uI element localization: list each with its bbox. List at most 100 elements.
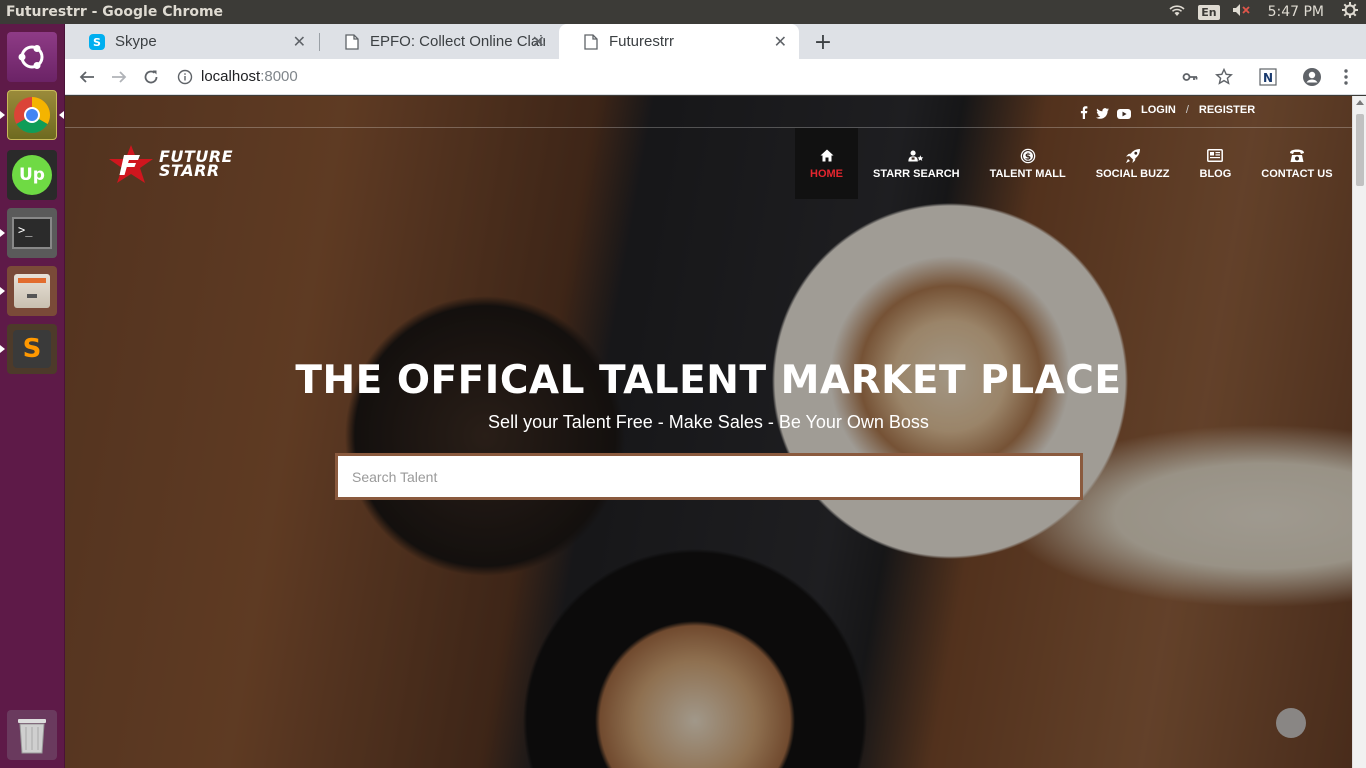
kebab-menu-icon[interactable] — [1334, 65, 1358, 89]
tab-title: Futurestrr — [609, 33, 675, 50]
sublime-text-launcher-button[interactable]: S — [7, 324, 57, 374]
scrollbar-thumb[interactable] — [1356, 114, 1364, 186]
youtube-icon[interactable] — [1117, 104, 1131, 123]
star-f-logo-icon — [109, 145, 153, 183]
wifi-icon[interactable] — [1168, 3, 1186, 21]
profile-avatar-icon[interactable] — [1300, 65, 1324, 89]
toolbar-actions: N — [1178, 65, 1358, 89]
browser-toolbar: localhost:8000 N — [65, 59, 1366, 95]
talent-search-box — [335, 453, 1083, 500]
settings-gear-icon[interactable] — [1342, 2, 1358, 22]
page-icon — [583, 33, 599, 50]
tab-skype[interactable]: S Skype ✕ — [65, 24, 318, 59]
extension-n-icon[interactable]: N — [1256, 65, 1280, 89]
top-panel: Futurestrr - Google Chrome En 5:47 PM — [0, 0, 1366, 24]
running-indicator — [0, 111, 5, 119]
logo-line-2: STARR — [159, 161, 220, 180]
keyboard-language-indicator[interactable]: En — [1198, 4, 1220, 20]
focused-indicator — [59, 111, 64, 119]
reload-icon — [144, 70, 158, 83]
sublime-text-label: S — [22, 334, 42, 364]
nav-label: STARR SEARCH — [873, 167, 960, 180]
newspaper-icon — [1207, 148, 1224, 164]
sublime-text-icon: S — [13, 330, 51, 368]
unity-launcher: Up >_ S — [0, 24, 65, 768]
running-indicator — [0, 229, 5, 237]
site-topbar: LOGIN / REGISTER — [65, 96, 1352, 128]
back-button[interactable] — [71, 61, 103, 93]
facebook-icon[interactable] — [1080, 104, 1088, 123]
nav-label: TALENT MALL — [989, 167, 1066, 180]
url-port: :8000 — [260, 68, 298, 85]
nav-contact-us[interactable]: CONTACT US — [1246, 128, 1347, 199]
nav-social-buzz[interactable]: SOCIAL BUZZ — [1081, 128, 1185, 199]
nav-talent-mall[interactable]: $ TALENT MALL — [975, 128, 1081, 199]
terminal-launcher-button[interactable]: >_ — [7, 208, 57, 258]
page-viewport: LOGIN / REGISTER FUTURE STARR HOME STARR… — [65, 96, 1352, 768]
volume-muted-icon[interactable] — [1232, 3, 1252, 21]
upwork-label: Up — [19, 165, 45, 185]
chrome-icon — [14, 97, 51, 134]
trash-icon — [18, 719, 46, 754]
nav-label: CONTACT US — [1261, 167, 1333, 180]
arrow-left-icon — [79, 70, 94, 83]
svg-text:S: S — [93, 36, 101, 49]
auth-links: LOGIN / REGISTER — [1141, 104, 1255, 116]
register-link[interactable]: REGISTER — [1199, 104, 1255, 116]
phone-icon — [1289, 148, 1305, 164]
twitter-icon[interactable] — [1096, 104, 1109, 123]
clock[interactable]: 5:47 PM — [1268, 4, 1324, 20]
upwork-icon: Up — [12, 155, 52, 195]
file-cabinet-icon — [14, 274, 50, 308]
running-indicator — [0, 345, 5, 353]
tab-title: Skype — [115, 33, 157, 50]
svg-text:$: $ — [1025, 152, 1031, 162]
scroll-up-arrow-icon[interactable] — [1356, 100, 1364, 105]
key-icon[interactable] — [1178, 65, 1202, 89]
address-bar[interactable]: localhost:8000 — [171, 63, 1178, 91]
tab-futurestrr[interactable]: Futurestrr ✕ — [559, 24, 799, 59]
close-tab-icon[interactable]: ✕ — [774, 32, 787, 52]
forward-button[interactable] — [103, 61, 135, 93]
ubuntu-logo-icon — [18, 45, 44, 69]
nav-label: SOCIAL BUZZ — [1095, 167, 1170, 180]
url-host: localhost — [201, 68, 261, 85]
ubuntu-dash-button[interactable] — [7, 32, 57, 82]
talent-search-input[interactable] — [338, 456, 1080, 497]
close-tab-icon[interactable]: ✕ — [532, 32, 545, 52]
running-indicator — [0, 287, 5, 295]
terminal-prompt-label: >_ — [18, 223, 33, 237]
new-tab-button[interactable]: + — [810, 29, 836, 55]
nav-starr-search[interactable]: STARR SEARCH — [858, 128, 975, 199]
window-title: Futurestrr - Google Chrome — [6, 4, 224, 20]
skype-icon: S — [89, 33, 105, 50]
bookmark-star-icon[interactable] — [1212, 65, 1236, 89]
login-link[interactable]: LOGIN — [1141, 104, 1176, 116]
home-icon — [819, 148, 835, 164]
nav-label: BLOG — [1199, 167, 1232, 180]
trash-launcher-button[interactable] — [7, 710, 57, 760]
info-icon[interactable] — [177, 69, 193, 85]
tab-title: EPFO: Collect Online Clair — [370, 33, 545, 50]
files-launcher-button[interactable] — [7, 266, 57, 316]
nav-blog[interactable]: BLOG — [1185, 128, 1247, 199]
chrome-launcher-button[interactable] — [7, 90, 57, 140]
upwork-launcher-button[interactable]: Up — [7, 150, 57, 200]
floating-action-button[interactable] — [1276, 708, 1306, 738]
nav-home[interactable]: HOME — [795, 128, 858, 199]
tab-epfo[interactable]: EPFO: Collect Online Clair ✕ — [320, 24, 557, 59]
hero-subtitle: Sell your Talent Free - Make Sales - Be … — [488, 412, 929, 432]
hero-title: THE OFFICAL TALENT MARKET PLACE — [295, 358, 1122, 403]
reload-button[interactable] — [135, 61, 167, 93]
page-scrollbar[interactable] — [1352, 96, 1366, 768]
auth-separator: / — [1185, 104, 1189, 116]
user-star-icon — [908, 148, 924, 164]
terminal-icon: >_ — [12, 217, 52, 249]
futurestarr-logo[interactable]: FUTURE STARR — [107, 144, 233, 184]
close-tab-icon[interactable]: ✕ — [293, 32, 306, 52]
rocket-icon — [1125, 148, 1141, 164]
main-navigation: HOME STARR SEARCH $ TALENT MALL SOCIAL B… — [795, 128, 1348, 199]
system-indicators: En 5:47 PM — [1168, 2, 1366, 22]
nav-label: HOME — [810, 167, 843, 180]
tab-strip: S Skype ✕ EPFO: Collect Online Clair ✕ F… — [65, 24, 1366, 59]
